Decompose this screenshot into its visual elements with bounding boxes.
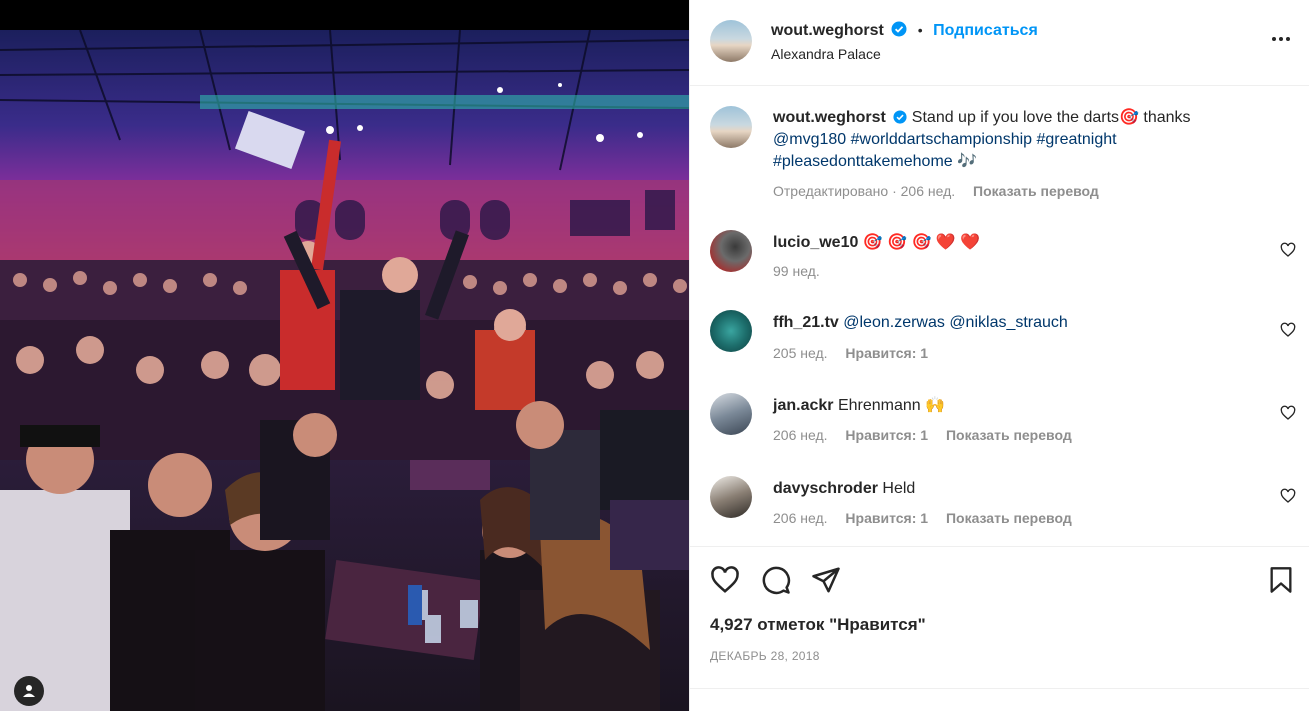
- comment-meta: 99 нед.: [773, 263, 834, 279]
- likes-count[interactable]: 4,927 отметок "Нравится": [710, 615, 926, 635]
- caption-hashtags-line1[interactable]: #worlddartschampionship #greatnight: [851, 131, 1117, 148]
- comment-body[interactable]: @leon.zerwas @niklas_strauch: [843, 314, 1068, 331]
- follow-button[interactable]: Подписаться: [933, 22, 1038, 39]
- comment-text: lucio_we10 🎯 🎯 🎯 ❤️ ❤️: [773, 232, 1243, 254]
- comment-like-heart-icon[interactable]: [1280, 322, 1296, 338]
- comment-item: jan.ackr Ehrenmann 🙌 206 нед. Нравится: …: [690, 393, 1309, 453]
- comment-meta: 206 нед. Нравится: 1 Показать перевод: [773, 427, 1086, 443]
- comment-username[interactable]: ffh_21.tv: [773, 314, 839, 331]
- comment-avatar[interactable]: [710, 476, 752, 518]
- comment-like-heart-icon[interactable]: [1280, 405, 1296, 421]
- comment-likes[interactable]: Нравится: 1: [845, 345, 928, 361]
- post-image-panel: [0, 0, 689, 711]
- caption-body: Stand up if you love the darts🎯 thanks: [911, 109, 1191, 126]
- caption-text: wout.weghorst Stand up if you love the d…: [773, 107, 1243, 173]
- verified-badge-icon: [891, 21, 907, 37]
- post-date[interactable]: ДЕКАБРЬ 28, 2018: [710, 649, 820, 663]
- add-comment-bar: [690, 688, 1309, 711]
- tagged-users-button[interactable]: [14, 676, 44, 706]
- post-side-panel: wout.weghorst • Подписаться Alexandra Pa…: [689, 0, 1309, 711]
- comment-translate-link[interactable]: Показать перевод: [946, 427, 1072, 443]
- caption-hashtags-line2[interactable]: #pleasedonttakemehome: [773, 153, 953, 170]
- crowd-photo-illustration: [0, 30, 689, 711]
- comment-meta: 205 нед. Нравится: 1: [773, 345, 942, 361]
- author-username[interactable]: wout.weghorst: [771, 22, 884, 39]
- post-actions: 4,927 отметок "Нравится" ДЕКАБРЬ 28, 201…: [690, 546, 1309, 688]
- comment-text: ffh_21.tv @leon.zerwas @niklas_strauch: [773, 312, 1243, 334]
- comment-item: lucio_we10 🎯 🎯 🎯 ❤️ ❤️ 99 нед.: [690, 230, 1309, 290]
- comment-username[interactable]: lucio_we10: [773, 234, 858, 251]
- comment-time: 205 нед.: [773, 345, 828, 361]
- comment-likes[interactable]: Нравится: 1: [845, 510, 928, 526]
- comment-username[interactable]: davyschroder: [773, 480, 878, 497]
- caption-meta: Отредактировано · 206 нед. Показать пере…: [773, 183, 1113, 199]
- comment-text: davyschroder Held: [773, 478, 1243, 500]
- comment-time: 206 нед.: [773, 427, 828, 443]
- caption-emoji: 🎶: [957, 153, 978, 170]
- comment-avatar[interactable]: [710, 310, 752, 352]
- comment-item: ffh_21.tv @leon.zerwas @niklas_strauch 2…: [690, 310, 1309, 370]
- verified-badge-icon: [893, 110, 907, 124]
- user-tag-icon: [23, 685, 35, 697]
- share-icon[interactable]: [811, 565, 841, 595]
- post-location[interactable]: Alexandra Palace: [771, 46, 881, 62]
- more-options-icon[interactable]: [1270, 28, 1292, 50]
- caption-mention[interactable]: @mvg180: [773, 131, 846, 148]
- comment-username[interactable]: jan.ackr: [773, 397, 833, 414]
- heart-icon[interactable]: [710, 565, 740, 595]
- comment-like-heart-icon[interactable]: [1280, 242, 1296, 258]
- comment-time: 99 нед.: [773, 263, 820, 279]
- author-avatar[interactable]: [710, 20, 752, 62]
- comment-icon[interactable]: [761, 565, 791, 595]
- caption-edited-label: Отредактировано · 206 нед.: [773, 183, 956, 199]
- comment-avatar[interactable]: [710, 393, 752, 435]
- comment-body: 🎯 🎯 🎯 ❤️ ❤️: [862, 234, 981, 251]
- comments-list[interactable]: wout.weghorst Stand up if you love the d…: [690, 87, 1309, 545]
- post-header: wout.weghorst • Подписаться Alexandra Pa…: [690, 0, 1309, 86]
- comment-translate-link[interactable]: Показать перевод: [946, 510, 1072, 526]
- comment-likes[interactable]: Нравится: 1: [845, 427, 928, 443]
- caption-translate-link[interactable]: Показать перевод: [973, 183, 1099, 199]
- comment-avatar[interactable]: [710, 230, 752, 272]
- header-separator: •: [917, 22, 923, 38]
- photo-top-letterbox: [0, 0, 689, 30]
- comment-body: Ehrenmann 🙌: [837, 397, 946, 414]
- post-photo[interactable]: [0, 30, 689, 711]
- comment-meta: 206 нед. Нравится: 1 Показать перевод: [773, 510, 1086, 526]
- comment-body: Held: [882, 480, 916, 497]
- comment-text: jan.ackr Ehrenmann 🙌: [773, 395, 1243, 417]
- comment-time: 206 нед.: [773, 510, 828, 526]
- caption-author-username[interactable]: wout.weghorst: [773, 109, 886, 126]
- bookmark-icon[interactable]: [1267, 565, 1295, 595]
- comment-like-heart-icon[interactable]: [1280, 488, 1296, 504]
- caption-author-avatar[interactable]: [710, 106, 752, 148]
- post-caption: wout.weghorst Stand up if you love the d…: [690, 105, 1309, 205]
- comment-item: davyschroder Held 206 нед. Нравится: 1 П…: [690, 476, 1309, 536]
